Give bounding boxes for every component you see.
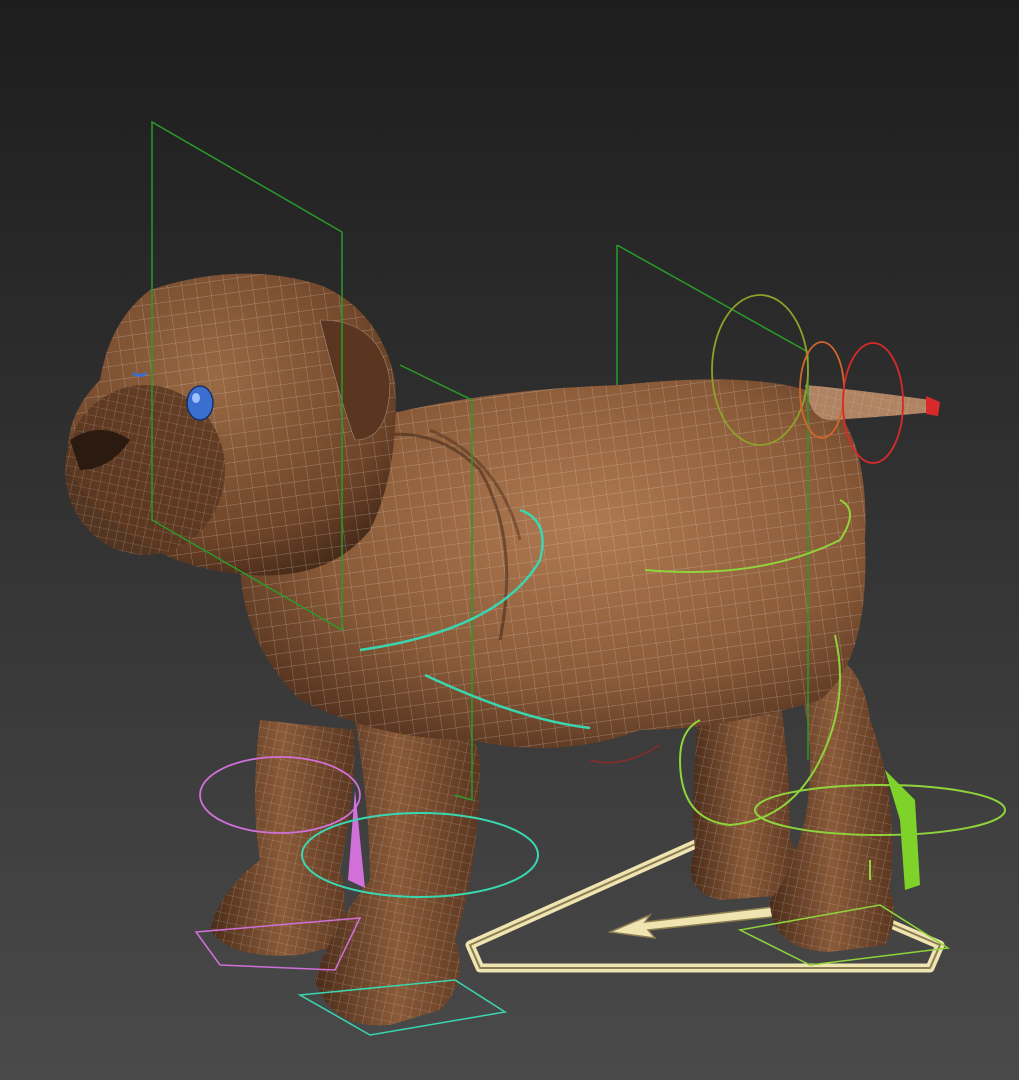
eye-highlight bbox=[192, 393, 200, 403]
viewport-scene[interactable] bbox=[0, 0, 1019, 1080]
hind-leg-far-wire bbox=[690, 700, 800, 900]
3d-viewport[interactable] bbox=[0, 0, 1019, 1080]
eye bbox=[186, 385, 214, 421]
